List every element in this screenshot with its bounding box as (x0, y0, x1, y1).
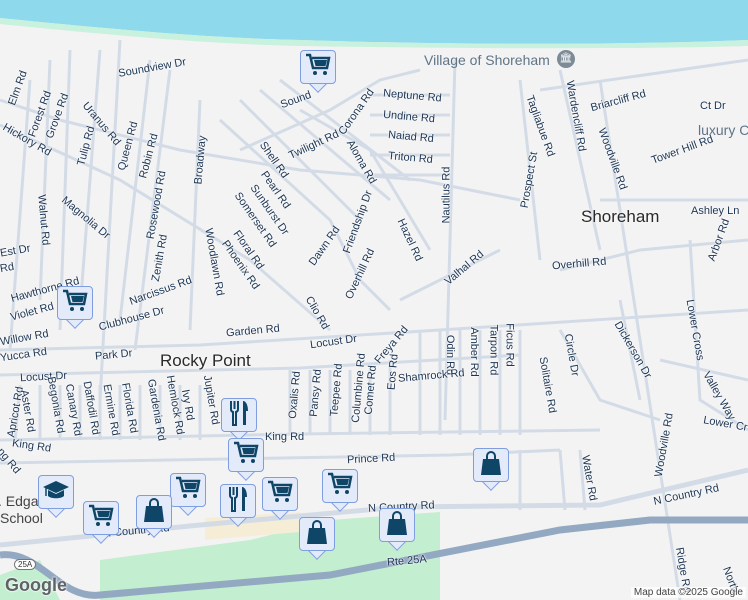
place-rocky-point: Rocky Point (160, 351, 251, 370)
shopping-cart-icon (327, 472, 353, 501)
street-label: King Rd (265, 431, 305, 443)
poi-village-of-shoreham[interactable]: Village of Shoreham (424, 52, 550, 68)
shopping-cart-marker[interactable] (83, 501, 119, 545)
street-label: Prince Rd (346, 451, 396, 467)
shopping-cart-marker[interactable] (228, 438, 264, 482)
street-label: Amber Rd (467, 327, 480, 377)
school-icon (42, 478, 70, 507)
shopping-cart-marker[interactable] (57, 286, 93, 330)
shopping-cart-icon (62, 289, 88, 318)
town-hall-icon[interactable]: 🏛 (557, 50, 575, 68)
street-label: Nautilus Rd (440, 166, 453, 224)
shopping-cart-marker[interactable] (170, 473, 206, 517)
shopping-cart-icon (233, 441, 259, 470)
shopping-bag-marker[interactable] (473, 448, 509, 492)
water (0, 0, 748, 44)
shopping-cart-icon (305, 53, 331, 82)
shopping-cart-marker[interactable] (300, 50, 336, 94)
place-shoreham: Shoreham (581, 207, 660, 226)
restaurant-marker[interactable] (220, 484, 256, 528)
restaurant-icon (227, 486, 249, 517)
street-label: Ct Dr (700, 100, 726, 112)
poi-school-label[interactable]: School (0, 510, 43, 526)
shopping-bag-marker[interactable] (379, 508, 415, 552)
shopping-bag-icon (480, 450, 502, 481)
shopping-cart-icon (267, 480, 293, 509)
shopping-cart-marker[interactable] (262, 477, 298, 521)
shopping-bag-marker[interactable] (136, 495, 172, 539)
shopping-cart-marker[interactable] (322, 469, 358, 513)
shopping-cart-icon (175, 476, 201, 505)
street-label: Ashley Ln (691, 205, 740, 217)
street-label: Locust Dr (19, 369, 68, 385)
street-label: Rd (0, 260, 15, 276)
shopping-bag-icon (306, 519, 328, 550)
map-attribution[interactable]: Map data ©2025 Google (630, 587, 746, 598)
shopping-cart-icon (88, 504, 114, 533)
poi-school-name[interactable]: . Edgar (0, 493, 43, 509)
street-label: Ficus Rd (503, 323, 516, 367)
restaurant-marker[interactable] (221, 398, 257, 442)
shopping-bag-icon (386, 510, 408, 541)
restaurant-icon (228, 400, 250, 431)
street-label: Tarpon Rd (487, 324, 500, 376)
route-shield-25a: 25A (14, 559, 37, 570)
school-marker[interactable] (38, 475, 74, 519)
google-logo: Google (5, 575, 67, 595)
shopping-bag-icon (143, 497, 165, 528)
shopping-bag-marker[interactable] (299, 517, 335, 561)
